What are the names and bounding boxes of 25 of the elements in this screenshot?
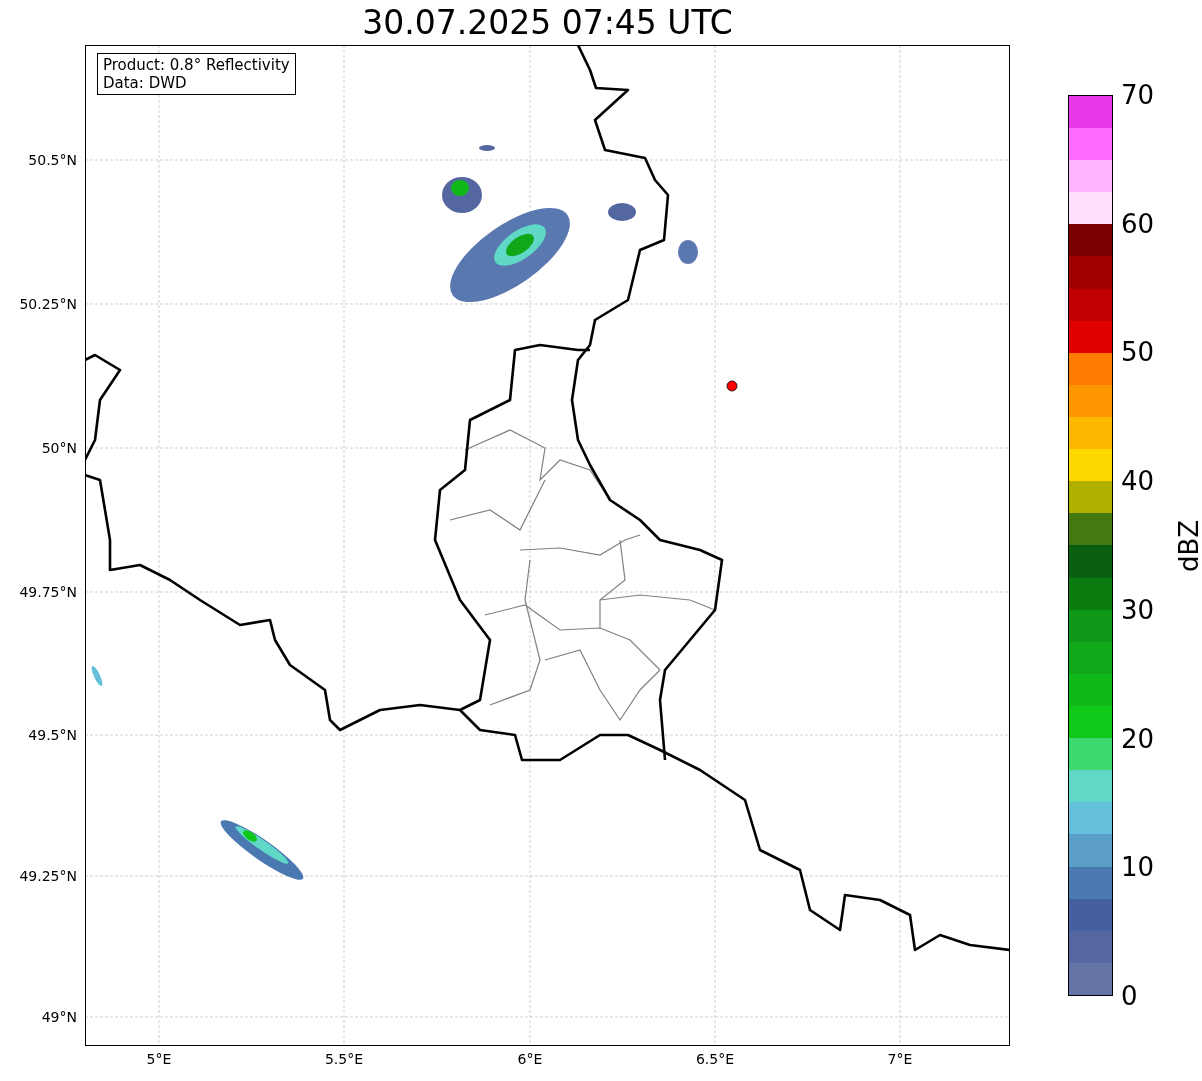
latitude-label: 50.25°N xyxy=(19,296,77,312)
chart-title: 30.07.2025 07:45 UTC xyxy=(362,2,733,44)
info-text: Data: DWD xyxy=(103,74,188,92)
longitude-label: 5°E xyxy=(146,1051,172,1067)
info-text: Product: 0.8° Reflectivity xyxy=(103,56,290,74)
colorbar-tick-label: 10 xyxy=(1121,852,1155,883)
longitude-label: 6°E xyxy=(517,1051,543,1067)
latitude-label: 49.5°N xyxy=(28,727,77,743)
colorbar-tick-label: 30 xyxy=(1121,594,1155,625)
latitude-label: 49°N xyxy=(41,1009,77,1025)
colorbar-tick-label: 0 xyxy=(1121,981,1138,1011)
longitude-label: 7°E xyxy=(887,1051,913,1067)
longitude-label: 5.5°E xyxy=(324,1051,364,1067)
colorbar-tick-label: 70 xyxy=(1121,80,1155,110)
colorbar-tick-label: 50 xyxy=(1121,337,1155,368)
colorbar-tick-label: 60 xyxy=(1121,208,1155,239)
colorbar-label: dBZ xyxy=(1174,519,1202,572)
latitude-label: 49.25°N xyxy=(19,868,77,884)
latitude-label: 50°N xyxy=(41,440,77,456)
latitude-label: 50.5°N xyxy=(28,152,77,168)
latitude-label: 49.75°N xyxy=(19,584,77,600)
colorbar-tick-label: 40 xyxy=(1121,466,1155,497)
longitude-label: 6.5°E xyxy=(695,1051,735,1067)
colorbar-tick-label: 20 xyxy=(1121,723,1155,754)
radar-site-marker xyxy=(726,380,738,392)
